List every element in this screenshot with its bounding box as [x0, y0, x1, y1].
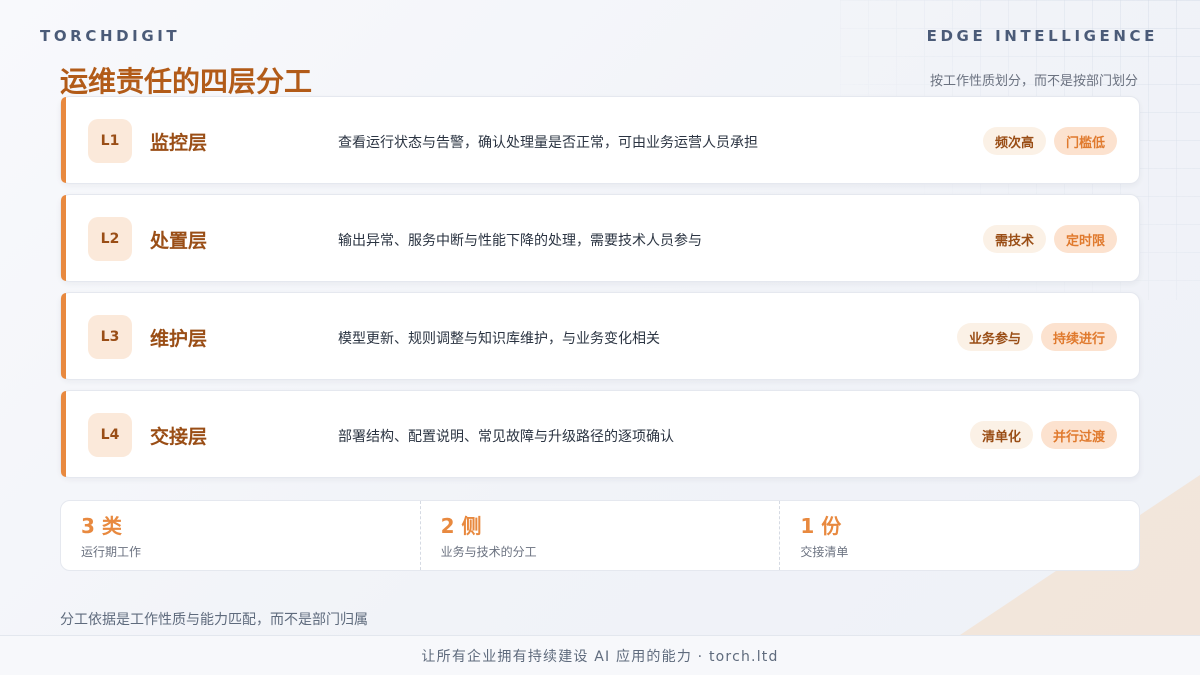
footer-tagline: 让所有企业拥有持续建设 AI 应用的能力 · torch.ltd [0, 635, 1200, 675]
stat-label: 交接清单 [800, 545, 849, 559]
stat-item: 2 侧 业务与技术的分工 [419, 501, 780, 570]
stat-label: 业务与技术的分工 [440, 545, 537, 559]
layer-tag: 清单化 [969, 421, 1033, 449]
layer-tags: 业务参与 持续进行 [956, 323, 1117, 351]
stat-item: 3 类 运行期工作 [61, 501, 420, 570]
layer-name: 处置层 [150, 230, 208, 252]
brand-logo-text: TORCHDIGIT [40, 27, 181, 45]
footnote: 分工依据是工作性质与能力匹配，而不是部门归属 [60, 612, 368, 628]
stat-item: 1 份 交接清单 [779, 501, 1139, 570]
layer-tag: 持续进行 [1040, 323, 1117, 351]
stats-bar: 3 类 运行期工作 2 侧 业务与技术的分工 1 份 交接清单 [60, 500, 1140, 571]
layer-tag: 定时限 [1053, 225, 1117, 253]
layer-card-l4: L4 交接层 部署结构、配置说明、常见故障与升级路径的逐项确认 清单化 并行过渡 [60, 390, 1140, 478]
layer-card-l1: L1 监控层 查看运行状态与告警，确认处理量是否正常，可由业务运营人员承担 频次… [60, 96, 1140, 184]
layer-tags: 需技术 定时限 [982, 225, 1117, 253]
stat-value: 2 侧 [440, 514, 482, 538]
stat-label: 运行期工作 [81, 545, 142, 559]
page-title: 运维责任的四层分工 [60, 65, 313, 98]
layer-card-l2: L2 处置层 输出异常、服务中断与性能下降的处理，需要技术人员参与 需技术 定时… [60, 194, 1140, 282]
layer-name: 维护层 [150, 328, 208, 350]
page-subtitle: 按工作性质划分，而不是按部门划分 [929, 74, 1138, 89]
layer-tags: 频次高 门槛低 [982, 127, 1117, 155]
layer-description: 模型更新、规则调整与知识库维护，与业务变化相关 [338, 331, 660, 347]
layer-badge: L3 [88, 315, 132, 359]
stat-value: 1 份 [800, 514, 842, 538]
layer-tag: 并行过渡 [1040, 421, 1117, 449]
layer-tag: 门槛低 [1053, 127, 1117, 155]
layer-badge: L4 [88, 413, 132, 457]
layer-name: 交接层 [150, 426, 208, 448]
layer-tag: 业务参与 [956, 323, 1033, 351]
layer-tags: 清单化 并行过渡 [969, 421, 1117, 449]
layer-tag: 需技术 [982, 225, 1046, 253]
layer-tag: 频次高 [982, 127, 1046, 155]
brand-tagline: EDGE INTELLIGENCE [926, 27, 1158, 45]
layer-description: 查看运行状态与告警，确认处理量是否正常，可由业务运营人员承担 [338, 135, 758, 151]
layer-description: 部署结构、配置说明、常见故障与升级路径的逐项确认 [338, 429, 674, 445]
stat-value: 3 类 [81, 514, 122, 538]
layer-badge: L2 [88, 217, 132, 261]
layer-name: 监控层 [150, 132, 208, 154]
layer-list: L1 监控层 查看运行状态与告警，确认处理量是否正常，可由业务运营人员承担 频次… [60, 96, 1140, 488]
layer-badge: L1 [88, 119, 132, 163]
layer-description: 输出异常、服务中断与性能下降的处理，需要技术人员参与 [338, 233, 702, 249]
layer-card-l3: L3 维护层 模型更新、规则调整与知识库维护，与业务变化相关 业务参与 持续进行 [60, 292, 1140, 380]
